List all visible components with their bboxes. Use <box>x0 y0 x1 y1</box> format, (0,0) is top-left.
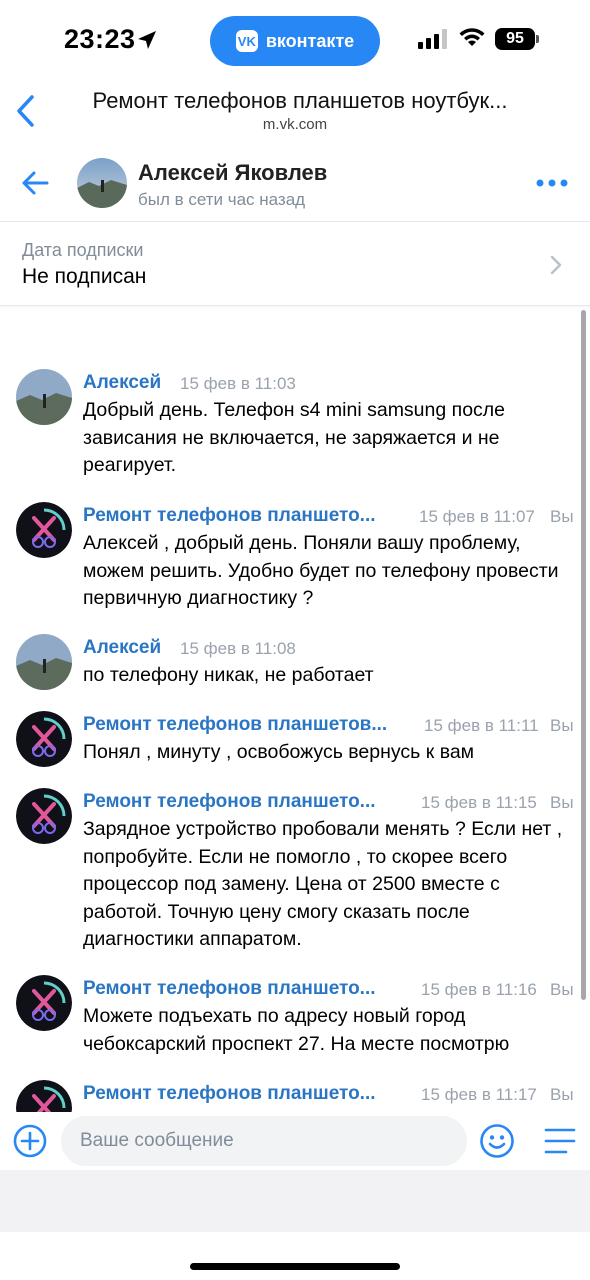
menu-icon[interactable] <box>544 1126 576 1156</box>
contact-status: был в сети час назад <box>138 190 306 209</box>
wifi-icon <box>459 28 485 46</box>
avatar[interactable] <box>16 502 72 558</box>
subscription-label: Дата подписки <box>22 240 144 260</box>
avatar[interactable] <box>16 634 72 690</box>
browser-header: Ремонт телефонов планшетов ноутбук... m.… <box>0 80 590 146</box>
cellular-signal-icon <box>418 29 447 49</box>
scrollbar[interactable] <box>581 310 586 1000</box>
message-you-label: Вы <box>550 980 574 999</box>
chevron-left-icon[interactable] <box>14 94 38 128</box>
message-author[interactable]: Ремонт телефонов планшето... <box>83 978 376 1000</box>
battery-tip <box>536 35 539 43</box>
arrow-left-icon[interactable] <box>20 168 50 198</box>
message-you-label: Вы <box>550 716 574 735</box>
page-title: Ремонт телефонов планшетов ноутбук... <box>92 88 508 113</box>
avatar[interactable] <box>16 788 72 844</box>
page-url[interactable]: m.vk.com <box>60 116 530 133</box>
vk-pill-label: вконтакте <box>265 30 355 51</box>
avatar[interactable] <box>16 1080 72 1112</box>
add-circle-icon[interactable] <box>13 1124 47 1158</box>
message-time: 15 фев в 11:15 <box>421 793 537 812</box>
chevron-right-icon <box>550 255 562 275</box>
message-time: 15 фев в 11:03 <box>180 374 296 393</box>
vk-logo: VK <box>235 30 258 52</box>
message-author[interactable]: Ремонт телефонов планшето... <box>83 791 376 813</box>
message-you-label: Вы <box>550 1085 574 1104</box>
browser-bottom-bar <box>0 1170 590 1232</box>
message-author[interactable]: Ремонт телефонов планшето... <box>83 505 376 527</box>
message-text: Добрый день. Телефон s4 mini samsung пос… <box>83 399 506 476</box>
avatar[interactable] <box>16 975 72 1031</box>
message-text: Можете подъехать по адресу новый город ч… <box>83 1005 510 1055</box>
smile-icon[interactable] <box>479 1123 515 1159</box>
battery-indicator: 95 <box>495 28 535 50</box>
message-author[interactable]: Ремонт телефонов планшетов... <box>83 714 387 736</box>
message-text: Зарядное устройство пробовали менять ? Е… <box>83 818 563 950</box>
avatar[interactable] <box>16 369 72 425</box>
message-time: 15 фев в 11:07 <box>419 507 535 526</box>
home-indicator[interactable] <box>190 1263 400 1270</box>
message-time: 15 фев в 11:16 <box>421 980 537 999</box>
status-time: 23:23 <box>64 24 136 54</box>
message-time: 15 фев в 11:11 <box>424 716 539 735</box>
message-text: Алексей , добрый день. Поняли вашу пробл… <box>83 532 559 609</box>
message-text: по телефону никак, не работает <box>83 664 374 686</box>
message-author[interactable]: Алексей <box>83 637 161 659</box>
vk-app-pill[interactable]: VK вконтакте <box>210 16 380 66</box>
message-list[interactable]: Алексей 15 фев в 11:03 Добрый день. Теле… <box>0 306 590 1112</box>
subscription-row[interactable]: Дата подписки Не подписан <box>0 222 590 306</box>
message-input[interactable] <box>61 1116 467 1166</box>
message-time: 15 фев в 11:17 <box>421 1085 537 1104</box>
message-composer <box>0 1112 590 1170</box>
contact-name[interactable]: Алексей Яковлев <box>138 160 327 186</box>
avatar[interactable] <box>77 158 127 208</box>
message-you-label: Вы <box>550 793 574 812</box>
location-arrow-icon <box>138 31 156 49</box>
subscription-value: Не подписан <box>22 265 147 288</box>
more-horizontal-icon[interactable] <box>536 178 568 188</box>
status-bar: 23:23 VK вконтакте 95 <box>0 0 590 80</box>
message-time: 15 фев в 11:08 <box>180 639 296 658</box>
avatar[interactable] <box>16 711 72 767</box>
message-author[interactable]: Ремонт телефонов планшето... <box>83 1083 376 1105</box>
chat-header: Алексей Яковлев был в сети час назад <box>0 146 590 222</box>
message-text: Понял , минуту , освобожусь вернусь к ва… <box>83 741 475 763</box>
message-author[interactable]: Алексей <box>83 372 161 394</box>
message-you-label: Вы <box>550 507 574 526</box>
